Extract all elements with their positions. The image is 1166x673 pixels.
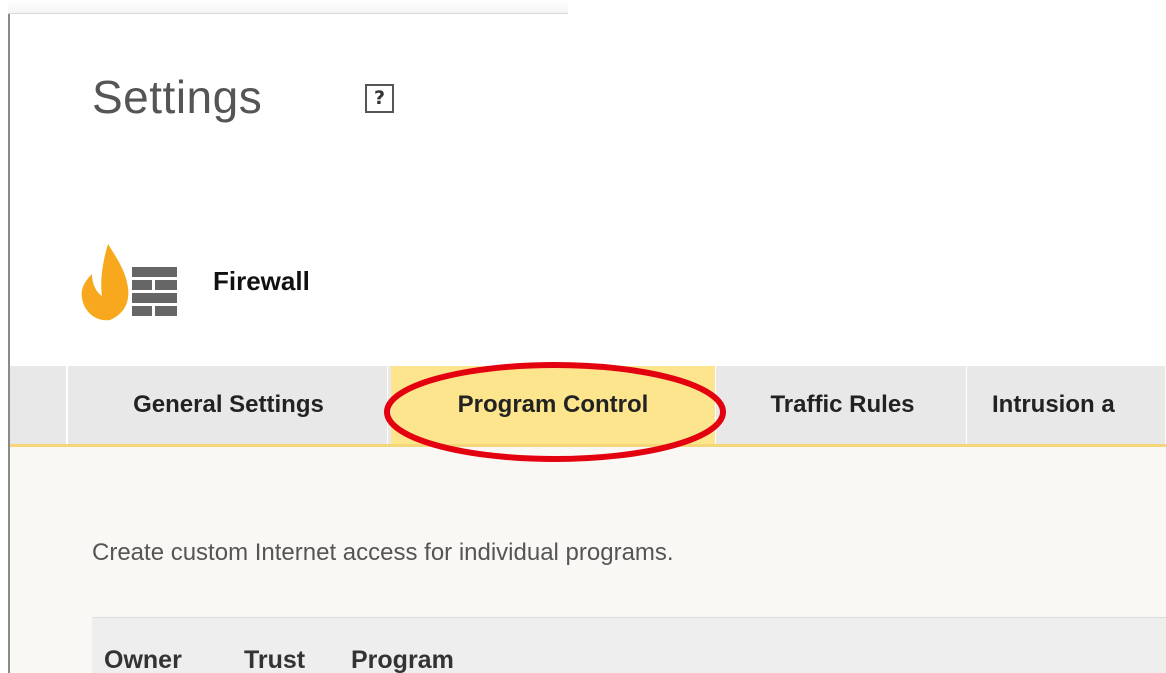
firewall-icon bbox=[81, 244, 177, 321]
column-header-trust[interactable]: Trust bbox=[244, 646, 305, 673]
tab-general-settings[interactable]: General Settings bbox=[70, 366, 388, 444]
window-top-edge bbox=[8, 0, 568, 14]
help-icon-label: ? bbox=[373, 87, 386, 109]
tab-label: Intrusion a bbox=[992, 391, 1115, 418]
tab-traffic-rules[interactable]: Traffic Rules bbox=[719, 366, 967, 444]
settings-window: Settings ? Firewall General Settings Pro… bbox=[0, 0, 1166, 673]
tab-bar-spacer bbox=[10, 366, 68, 444]
tab-label: Traffic Rules bbox=[770, 391, 915, 418]
description-text: Create custom Internet access for indivi… bbox=[92, 539, 674, 566]
tab-program-control[interactable]: Program Control bbox=[391, 366, 716, 444]
tab-label: Program Control bbox=[457, 391, 649, 418]
product-title: Firewall bbox=[213, 266, 310, 296]
column-header-program[interactable]: Program bbox=[351, 646, 454, 673]
tab-intrusion[interactable]: Intrusion a bbox=[970, 366, 1166, 444]
tab-label: General Settings bbox=[133, 391, 324, 418]
column-header-owner[interactable]: Owner bbox=[104, 646, 182, 673]
page-title: Settings bbox=[92, 71, 263, 123]
help-icon[interactable]: ? bbox=[365, 84, 394, 113]
